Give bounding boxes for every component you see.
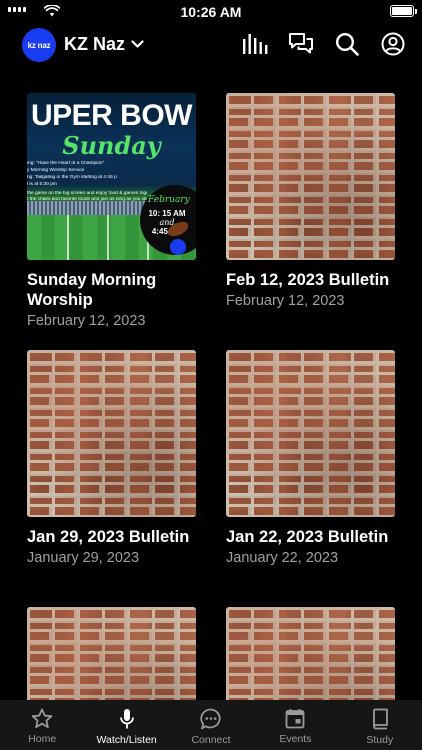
org-switcher[interactable]: KZ Naz <box>64 34 144 55</box>
chat-bubbles-icon[interactable] <box>287 30 314 57</box>
account-icon[interactable] <box>379 30 406 57</box>
kz-logo-icon <box>170 239 186 255</box>
bottom-tab-bar: Home Watch/Listen Connect Events Study <box>0 700 422 750</box>
card-thumbnail <box>27 607 196 700</box>
app-header: kz naz KZ Naz <box>0 24 422 68</box>
thumb-detail-text: ing: "Have the Heart of a Champion" <box>27 161 105 166</box>
tab-study[interactable]: Study <box>338 700 422 750</box>
media-card[interactable]: Jan 29, 2023 Bulletin January 29, 2023 <box>27 350 196 567</box>
media-grid: UPER BOW Sunday ing: "Have the Heart of … <box>0 68 422 700</box>
card-date: February 12, 2023 <box>226 293 345 309</box>
card-thumbnail: UPER BOW Sunday ing: "Have the Heart of … <box>27 93 196 260</box>
media-card[interactable]: UPER BOW Sunday ing: "Have the Heart of … <box>27 93 196 330</box>
org-name: KZ Naz <box>64 34 126 54</box>
tab-connect[interactable]: Connect <box>169 700 253 750</box>
tab-label: Connect <box>191 734 231 746</box>
audio-bars-icon[interactable] <box>241 30 268 57</box>
card-title: Jan 22, 2023 Bulletin <box>226 528 389 546</box>
tab-label: Home <box>28 733 57 745</box>
card-date: February 12, 2023 <box>27 313 146 329</box>
tab-label: Study <box>366 734 394 746</box>
media-card[interactable]: Feb 12, 2023 Bulletin February 12, 2023 <box>226 93 395 310</box>
tab-label: Events <box>279 733 312 745</box>
media-card[interactable] <box>27 607 196 700</box>
tab-events[interactable]: Events <box>253 700 337 750</box>
tab-label: Watch/Listen <box>96 734 157 746</box>
book-icon <box>372 708 388 730</box>
tab-home[interactable]: Home <box>0 700 84 750</box>
card-title: Jan 29, 2023 Bulletin <box>27 528 190 546</box>
chat-dots-icon <box>200 708 221 730</box>
thumb-detail-text: ng: Tailgating in the Gym starting at 4:… <box>27 175 117 180</box>
chevron-down-icon <box>131 40 144 48</box>
calendar-icon <box>286 709 305 729</box>
card-date: January 22, 2023 <box>226 550 339 566</box>
thumb-badge-date: February <box>148 195 190 205</box>
status-time: 10:26 AM <box>180 4 242 20</box>
star-icon <box>31 708 53 728</box>
card-thumbnail <box>226 607 395 700</box>
card-date: January 29, 2023 <box>27 550 140 566</box>
badge-time: 10: 15 AM <box>148 209 186 218</box>
card-thumbnail <box>27 350 196 517</box>
card-thumbnail <box>226 350 395 517</box>
thumb-detail-text: l is at 5:30 pm <box>27 182 57 187</box>
card-title: Sunday Morning Worship <box>27 271 157 309</box>
microphone-icon <box>119 709 134 729</box>
thumb-detail-text: y Morning Worship Service <box>27 168 85 173</box>
search-icon[interactable] <box>333 30 360 57</box>
org-avatar[interactable]: kz naz <box>22 28 56 62</box>
org-logo-text: kz naz <box>27 40 51 50</box>
card-title: Feb 12, 2023 Bulletin <box>226 271 390 289</box>
thumb-script-title: Sunday <box>62 131 161 160</box>
tab-watch-listen[interactable]: Watch/Listen <box>84 700 168 750</box>
battery-icon <box>390 5 417 17</box>
yard-line <box>107 215 109 260</box>
status-bar: 10:26 AM <box>0 0 422 24</box>
thumb-headline: UPER BOW <box>31 99 193 132</box>
yard-line <box>67 215 69 260</box>
card-thumbnail <box>226 93 395 260</box>
media-card[interactable]: Jan 22, 2023 Bulletin January 22, 2023 <box>226 350 395 567</box>
media-card[interactable] <box>226 607 395 700</box>
